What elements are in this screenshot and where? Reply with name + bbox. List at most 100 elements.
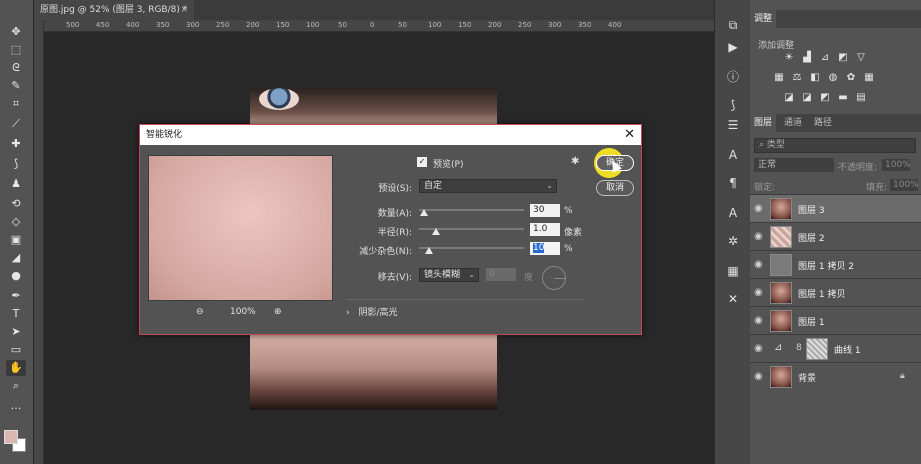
eyedropper-tool-icon[interactable]: ⟋ [6,116,26,132]
photo-filter-icon[interactable]: ◍ [826,72,840,84]
invert-icon[interactable]: ◪ [782,92,796,104]
eye-icon[interactable]: ◉ [754,287,763,298]
more-tools-icon[interactable]: … [6,398,26,414]
curves-icon[interactable]: ⊿ [818,52,832,64]
preview-checkbox[interactable]: ✓ [417,157,427,167]
swatches-icon[interactable]: ▦ [723,262,743,280]
eye-icon[interactable]: ◉ [754,231,763,242]
info-icon[interactable]: ⓘ [723,68,743,86]
hand-tool-icon[interactable]: ✋ [6,360,26,376]
properties-icon[interactable]: ☰ [723,116,743,134]
pen-tool-icon[interactable]: ✒ [6,288,26,304]
tool-presets-icon[interactable]: ✕ [723,290,743,308]
channel-mixer-icon[interactable]: ✿ [844,72,858,84]
layer-row[interactable]: ◉ 背景 🔒︎ [750,362,921,390]
healing-brush-tool-icon[interactable]: ✚ [6,136,26,152]
document-tab[interactable]: 原图.jpg @ 52% (图层 3, RGB/8) * × [34,0,194,20]
smart-sharpen-dialog: 智能锐化 ✕ ⊖ 100% ⊕ ✓ 预览(P) ✱ 预设(S): 自定 ⌄ 数量… [139,124,642,335]
cancel-button[interactable]: 取消 [596,180,634,196]
blend-mode-select[interactable]: 正常 [754,158,834,172]
layer-thumbnail [770,366,792,388]
history-icon[interactable]: ⧉ [723,16,743,34]
type-tool-icon[interactable]: T [6,306,26,322]
zoom-in-icon[interactable]: ⊕ [274,307,282,317]
rectangle-tool-icon[interactable]: ▭ [6,342,26,358]
eye-icon[interactable]: ◉ [754,315,763,326]
opacity-input[interactable]: 100% [882,159,911,171]
levels-icon[interactable]: ▟ [800,52,814,64]
radius-input[interactable]: 1.0 [530,223,560,236]
amount-slider-track[interactable] [419,209,524,211]
selective-color-icon[interactable]: ▬ [836,92,850,104]
layer-row[interactable]: ◉ 图层 1 [750,306,921,334]
history-brush-tool-icon[interactable]: ⟲ [6,196,26,212]
gradient-map-icon[interactable]: ▤ [854,92,868,104]
close-icon[interactable]: ✕ [624,125,635,145]
eye-icon[interactable]: ◉ [754,371,763,382]
hue-saturation-icon[interactable]: ▦ [772,72,786,84]
blur-tool-icon[interactable]: ◢ [6,250,26,266]
crop-tool-icon[interactable]: ⌗ [6,96,26,112]
threshold-icon[interactable]: ◩ [818,92,832,104]
gear-icon[interactable]: ✱ [571,156,579,167]
tab-adjustments[interactable]: 调整 [750,10,777,28]
brightness-icon[interactable]: ☀ [782,52,796,64]
tab-paths[interactable]: 路径 [810,114,836,132]
gradient-tool-icon[interactable]: ▣ [6,232,26,248]
clone-stamp-tool-icon[interactable]: ♟ [6,176,26,192]
move-tool-icon[interactable]: ✥ [6,24,26,40]
layer-row[interactable]: ◉ 图层 2 [750,222,921,250]
path-select-tool-icon[interactable]: ➤ [6,324,26,340]
angle-input[interactable]: 0 [486,268,516,281]
reduce-noise-slider-track[interactable] [419,247,524,249]
ruler-tick: 200 [488,21,502,29]
lasso-tool-icon[interactable]: ᘓ [6,60,26,76]
amount-input[interactable]: 30 [530,204,560,217]
eraser-tool-icon[interactable]: ◇ [6,214,26,230]
photo-eye [259,88,299,110]
remove-select[interactable]: 镜头模糊 ⌄ [419,268,479,282]
vibrance-icon[interactable]: ▽ [854,52,868,64]
tab-channels[interactable]: 通道 [780,114,806,132]
black-white-icon[interactable]: ◧ [808,72,822,84]
brush-tool-icon[interactable]: ⟆ [6,156,26,172]
angle-dial[interactable] [542,266,566,290]
text-icon[interactable]: A [723,204,743,222]
tab-layers[interactable]: 图层 [750,114,777,132]
filter-preview[interactable] [148,155,333,301]
reduce-noise-slider-thumb[interactable] [425,247,433,254]
color-lookup-icon[interactable]: ▦ [862,72,876,84]
amount-slider-thumb[interactable] [420,209,428,216]
radius-unit: 像素 [564,228,583,238]
exposure-icon[interactable]: ◩ [836,52,850,64]
eye-icon[interactable]: ◉ [754,259,763,270]
zoom-out-icon[interactable]: ⊖ [196,307,204,317]
dodge-tool-icon[interactable]: ● [6,268,26,284]
radius-slider-thumb[interactable] [432,228,440,235]
layer-row[interactable]: ◉ 图层 1 拷贝 2 [750,250,921,278]
posterize-icon[interactable]: ◪ [800,92,814,104]
shadow-highlight-toggle[interactable]: › 阴影/高光 [346,305,398,318]
zoom-tool-icon[interactable]: ⌕ [6,378,26,394]
play-icon[interactable]: ▶ [723,38,743,56]
eye-icon[interactable]: ◉ [754,343,763,354]
paragraph-icon[interactable]: ¶ [723,174,743,192]
color-balance-icon[interactable]: ⚖ [790,72,804,84]
fill-input[interactable]: 100% [890,179,919,191]
layer-row[interactable]: ◉ 图层 1 拷贝 [750,278,921,306]
foreground-color-swatch[interactable] [4,430,18,444]
panel-icon-strip: ⧉ ▶ ⓘ ⟆ ☰ A ¶ A ✲ ▦ ✕ [714,0,750,464]
character-icon[interactable]: A [723,146,743,164]
ruler-tick: 350 [578,21,592,29]
close-tab-icon[interactable]: × [180,0,188,20]
eye-icon[interactable]: ◉ [754,203,763,214]
marquee-tool-icon[interactable]: ⬚ [6,42,26,58]
clone-source-icon[interactable]: ✲ [723,232,743,250]
reduce-noise-input[interactable]: 10 [530,242,560,255]
preset-select[interactable]: 自定 ⌄ [419,179,557,193]
quick-select-tool-icon[interactable]: ✎ [6,78,26,94]
layer-row[interactable]: ◉ ⊿ 8 曲线 1 [750,334,921,362]
brush-settings-icon[interactable]: ⟆ [723,96,743,114]
layer-filter[interactable]: ⌕ 类型 [754,138,916,153]
layer-row[interactable]: ◉ 图层 3 [750,194,921,222]
